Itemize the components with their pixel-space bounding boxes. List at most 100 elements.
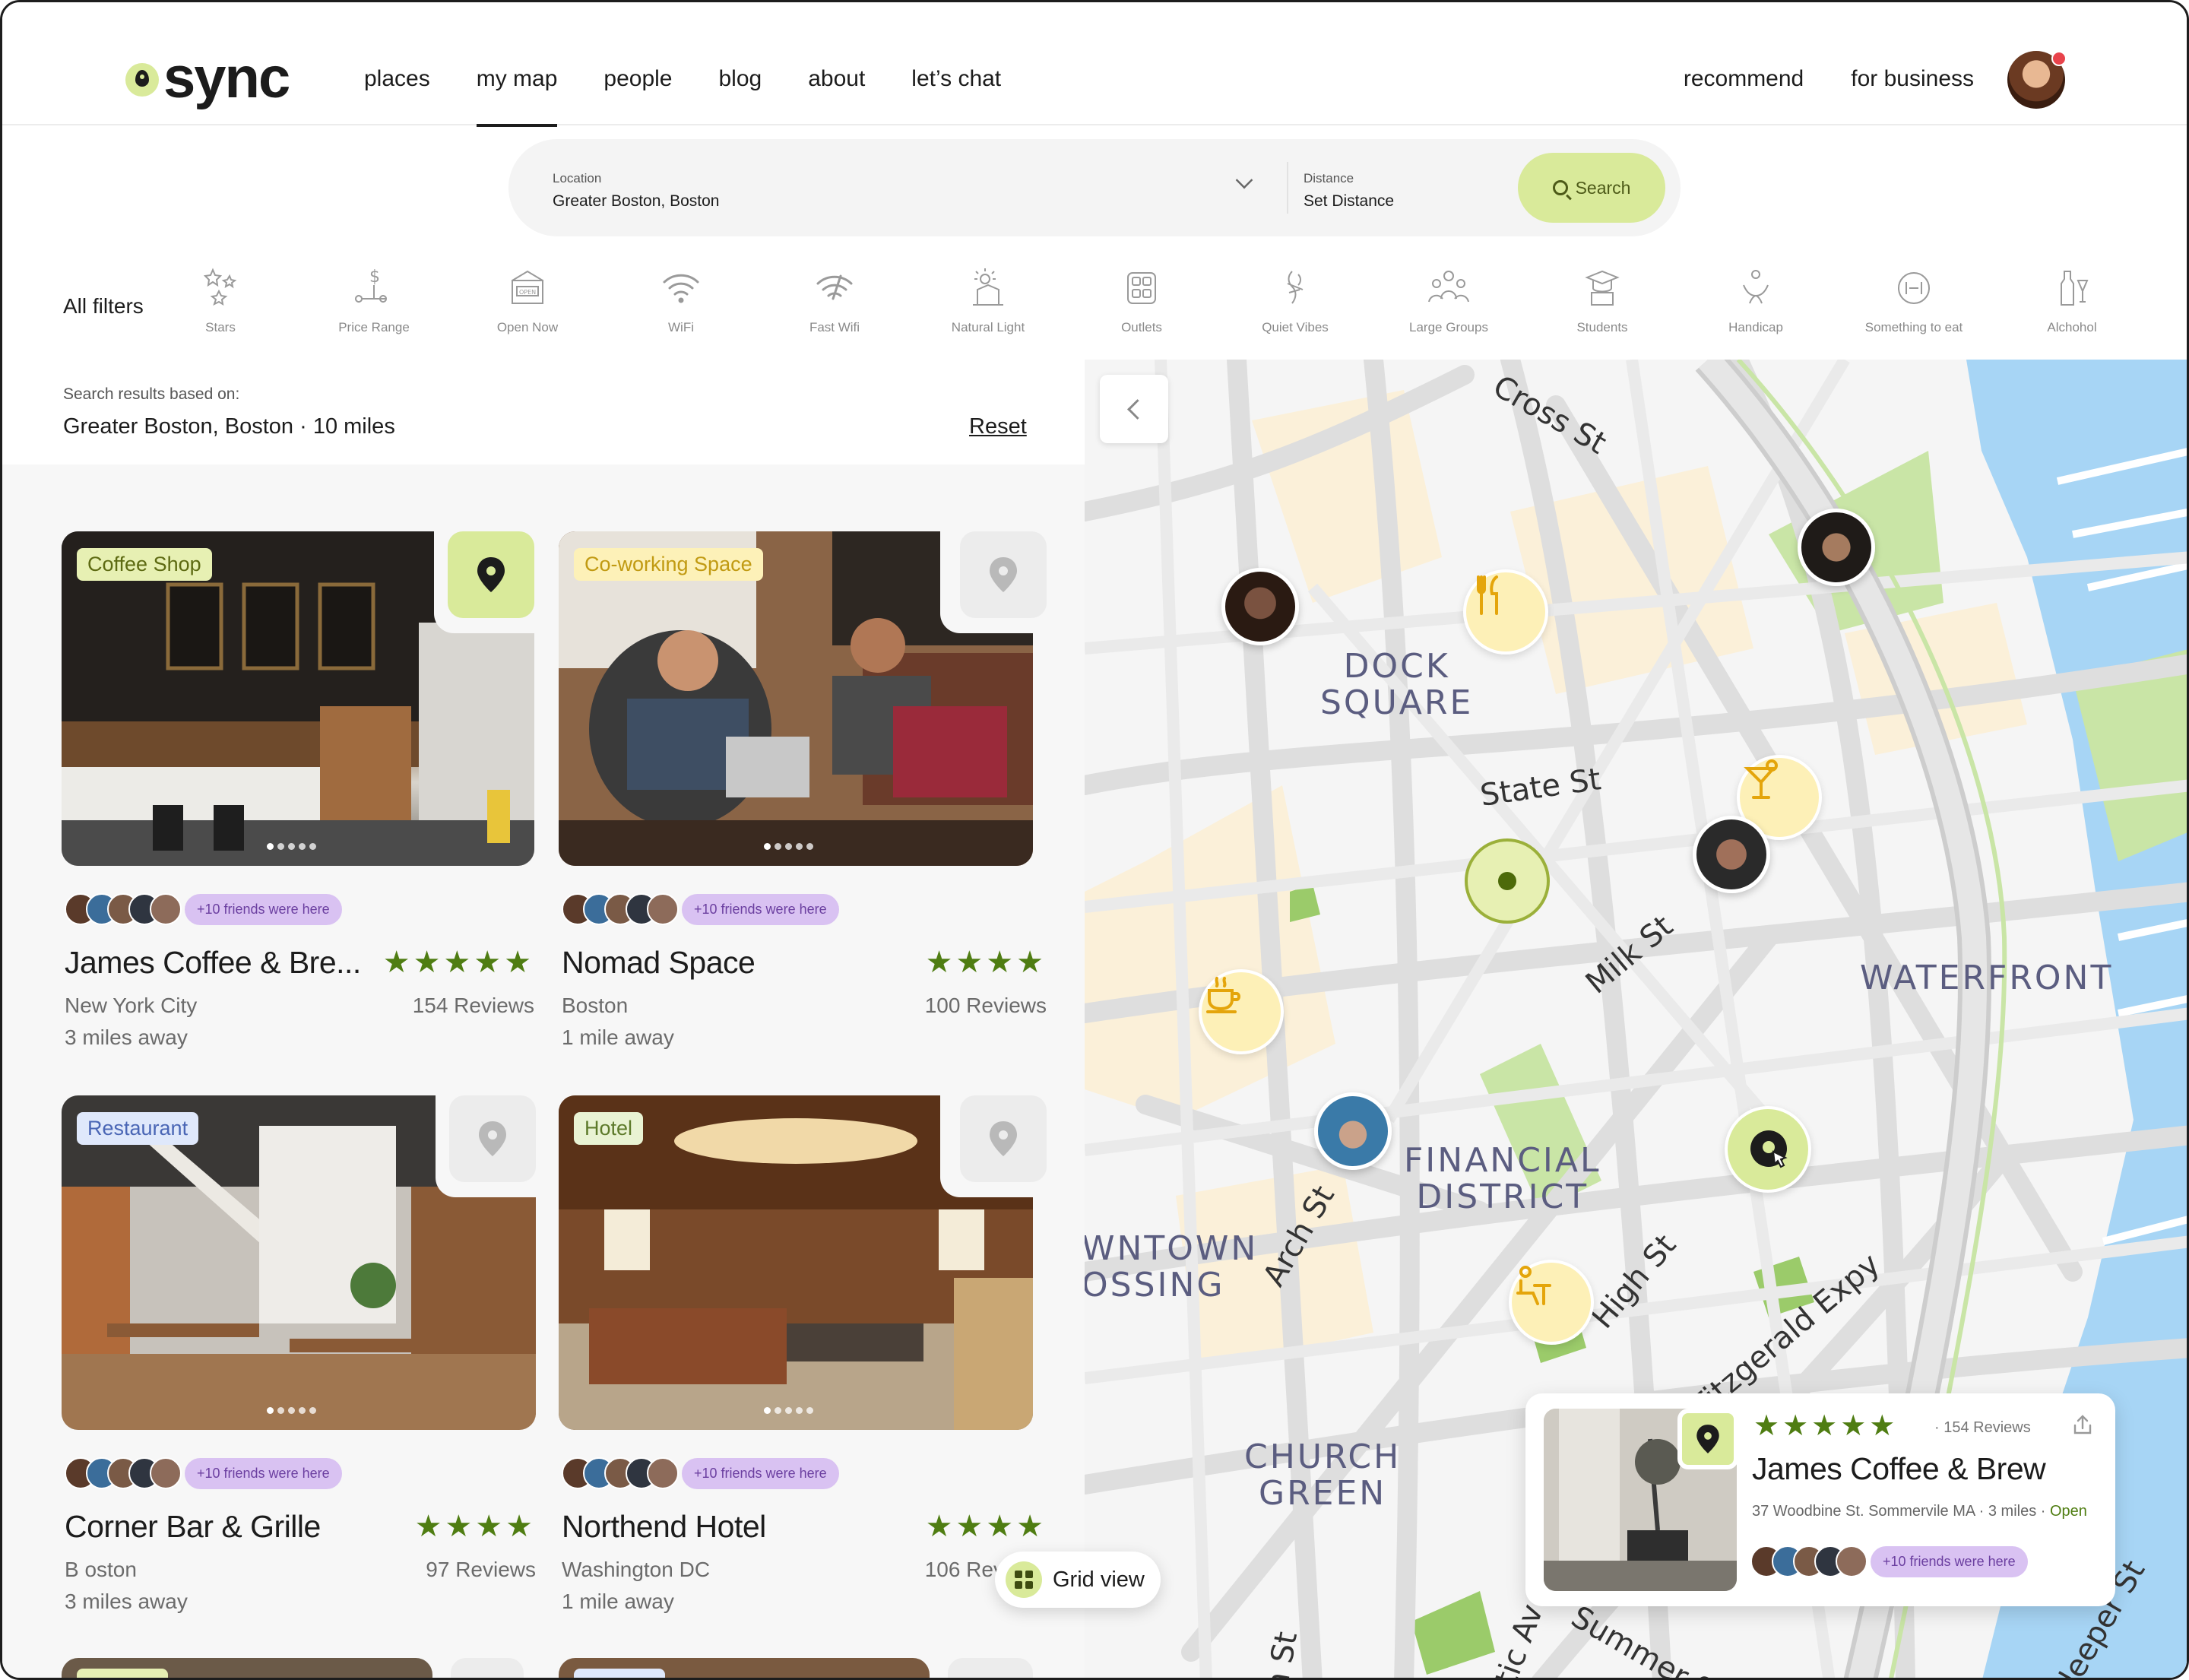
carousel-dots[interactable]	[267, 843, 316, 850]
friend-avatar	[647, 1457, 679, 1489]
filter-large-groups[interactable]: Large Groups	[1392, 265, 1506, 335]
map-area-church-green: CHURCH GREEN	[1244, 1438, 1402, 1514]
filter-label: Fast Wifi	[809, 320, 860, 334]
friends-row[interactable]: +10 friends were here	[1750, 1545, 2028, 1577]
filter-stars[interactable]: Stars	[163, 265, 277, 335]
filter-something-to-eat[interactable]: Something to eat	[1857, 265, 1971, 335]
place-card[interactable]: Restaurant +10 friends were here Corner …	[62, 1095, 550, 1628]
reset-link[interactable]: Reset	[969, 414, 1027, 439]
save-pin-button[interactable]	[448, 531, 534, 618]
filter-outlets[interactable]: Outlets	[1085, 265, 1199, 335]
search-button[interactable]: Search	[1518, 153, 1665, 223]
user-avatar[interactable]	[2007, 51, 2067, 109]
rating-stars: ★★★★	[925, 946, 1047, 979]
map-pin-restaurant[interactable]	[1463, 569, 1548, 655]
address-text: 37 Woodbine St. Sommervile MA · 3 miles …	[1752, 1503, 2046, 1520]
logo[interactable]: sync	[125, 46, 290, 110]
map-friend-avatar[interactable]	[1314, 1092, 1392, 1170]
filter-wifi[interactable]: WiFi	[624, 265, 738, 335]
filter-label: Quiet Vibes	[1262, 320, 1329, 334]
place-name[interactable]: James Coffee & Bre...	[65, 945, 361, 981]
filter-alcohol[interactable]: Alchohol	[2015, 265, 2129, 335]
share-icon[interactable]	[2071, 1413, 2094, 1436]
filter-handicap[interactable]: Handicap	[1699, 265, 1813, 335]
location-pin-logo-icon	[125, 63, 159, 97]
save-pin-button[interactable]	[960, 1095, 1047, 1182]
category-tag: Coffee Shop	[77, 548, 212, 581]
for-business-link[interactable]: for business	[1851, 66, 1974, 92]
collapse-map-button[interactable]	[1100, 375, 1168, 443]
nav-about[interactable]: about	[808, 66, 865, 92]
friends-row[interactable]: +10 friends were here	[562, 1457, 839, 1489]
map-friend-avatar[interactable]	[1693, 816, 1770, 893]
grid-icon	[1006, 1561, 1042, 1598]
nav-places[interactable]: places	[364, 66, 430, 92]
filter-label: Stars	[205, 320, 236, 334]
map-friend-avatar[interactable]	[1798, 509, 1875, 586]
place-card[interactable]: Coffee Shop +10 friends were here James …	[62, 531, 550, 1063]
friends-row[interactable]: +10 friends were here	[65, 893, 342, 925]
location-input[interactable]: Greater Boston, Boston	[553, 192, 719, 211]
results-header: Search results based on: Greater Boston,…	[2, 360, 1085, 464]
place-card[interactable]: Co-working Space +10 friends were here N…	[559, 531, 1047, 1063]
nav-people[interactable]: people	[603, 66, 672, 92]
map-pin-selected[interactable]	[1725, 1106, 1811, 1193]
place-name[interactable]: Nomad Space	[562, 945, 756, 981]
filter-students[interactable]: Students	[1545, 265, 1659, 335]
carousel-dots[interactable]	[764, 1407, 813, 1414]
save-pin-button[interactable]	[449, 1095, 536, 1182]
friends-row[interactable]: +10 friends were here	[65, 1457, 342, 1489]
filter-natural-light[interactable]: Natural Light	[931, 265, 1045, 335]
filter-fast-wifi[interactable]: Fast Wifi	[778, 265, 892, 335]
all-filters-button[interactable]: All filters	[63, 294, 144, 319]
place-name[interactable]: Northend Hotel	[562, 1509, 766, 1545]
save-pin-button[interactable]	[960, 531, 1047, 618]
distance-label: Distance	[1304, 171, 1354, 185]
recommend-link[interactable]: recommend	[1684, 66, 1804, 92]
chevron-down-icon[interactable]	[1235, 171, 1253, 189]
nav-lets-chat[interactable]: let’s chat	[911, 66, 1001, 92]
nav-blog[interactable]: blog	[719, 66, 762, 92]
sun-icon	[973, 268, 1003, 306]
review-count[interactable]: 97 Reviews	[426, 1558, 536, 1582]
carousel-dots[interactable]	[764, 843, 813, 850]
map-pin-current-location[interactable]	[1465, 838, 1550, 924]
map-pin-coworking[interactable]	[1509, 1260, 1594, 1345]
place-distance: 3 miles away	[65, 1590, 188, 1613]
location-pin-icon	[990, 1121, 1017, 1156]
grid-view-button[interactable]: Grid view	[995, 1552, 1161, 1608]
carousel-dots[interactable]	[267, 1407, 316, 1414]
review-count[interactable]: · 154 Reviews	[1934, 1419, 2031, 1437]
friends-row[interactable]: +10 friends were here	[562, 893, 839, 925]
save-pin-button[interactable]	[1677, 1409, 1738, 1469]
friend-avatar	[647, 893, 679, 925]
filter-open-now[interactable]: OPEN Open Now	[470, 265, 584, 335]
map-area-downtown-crossing: WNTOWN OSSING	[1085, 1229, 1259, 1305]
place-card[interactable]: Hotel +10 friends were here Northend Hot…	[559, 1095, 1047, 1628]
filter-price-range[interactable]: $ Price Range	[317, 265, 431, 335]
fast-wifi-icon	[816, 274, 853, 300]
friend-avatar	[150, 1457, 182, 1489]
place-photo-partial[interactable]	[62, 1658, 432, 1678]
map-friend-avatar[interactable]	[1221, 568, 1299, 645]
results-list: Coffee Shop +10 friends were here James …	[2, 464, 1085, 1678]
current-location-dot	[1498, 872, 1516, 890]
selected-place-address: 37 Woodbine St. Sommervile MA · 3 miles …	[1752, 1503, 2087, 1520]
top-header: sync places my map people blog about let…	[2, 2, 2187, 127]
student-icon	[1585, 270, 1620, 306]
review-count[interactable]: 154 Reviews	[413, 994, 534, 1018]
selected-place-name[interactable]: James Coffee & Brew	[1752, 1451, 2046, 1487]
review-count[interactable]: 100 Reviews	[925, 994, 1047, 1018]
selected-place-card[interactable]: ★★★★★ · 154 Reviews James Coffee & Brew …	[1525, 1393, 2115, 1606]
save-pin-button-partial[interactable]	[451, 1658, 524, 1678]
place-name[interactable]: Corner Bar & Grille	[65, 1509, 321, 1545]
svg-text:OPEN: OPEN	[519, 289, 536, 296]
logo-text: sync	[163, 46, 290, 110]
place-photo-partial[interactable]	[559, 1658, 930, 1678]
filter-quiet-vibes[interactable]: Quiet Vibes	[1238, 265, 1352, 335]
save-pin-button-partial[interactable]	[948, 1658, 1033, 1678]
pin-cursor-icon	[1750, 1130, 1788, 1168]
distance-input[interactable]: Set Distance	[1304, 192, 1394, 211]
map-pin-coffee[interactable]	[1199, 969, 1284, 1054]
nav-my-map[interactable]: my map	[476, 66, 557, 127]
